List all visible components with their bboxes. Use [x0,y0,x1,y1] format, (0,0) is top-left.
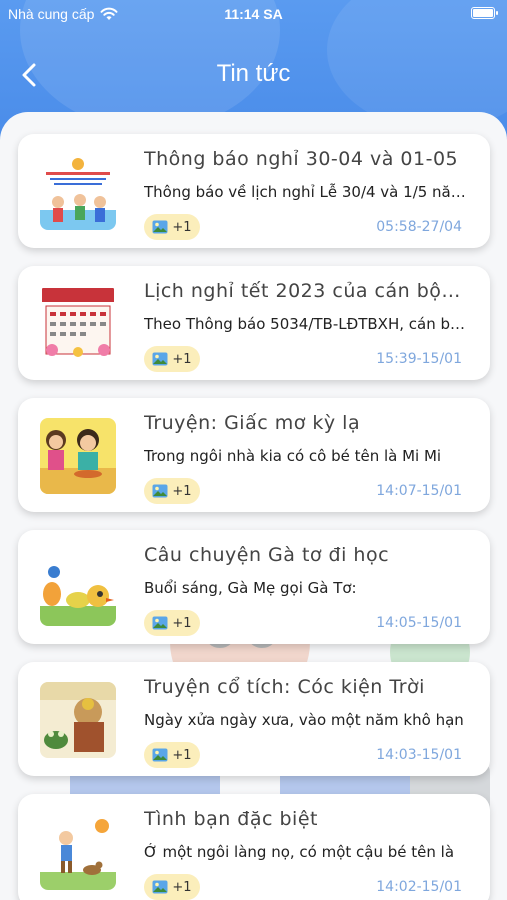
calendar-thumbnail [40,286,116,362]
attachment-count: +1 [172,483,192,499]
image-icon [152,484,168,498]
attachment-count: +1 [172,351,192,367]
image-icon [152,220,168,234]
news-card[interactable]: Truyện: Giấc mơ kỳ lạ Trong ngôi nhà kia… [18,398,490,512]
news-summary: Buổi sáng, Gà Mẹ gọi Gà Tơ: [144,579,357,597]
attachment-count: +1 [172,879,192,895]
news-title: Thông báo nghỉ 30-04 và 01-05 [144,148,459,170]
chick-story-thumbnail [40,550,116,626]
news-card[interactable]: Câu chuyện Gà tơ đi học Buổi sáng, Gà Mẹ… [18,530,490,644]
news-time: 14:02-15/01 [376,879,462,895]
attachment-count: +1 [172,747,192,763]
boy-story-thumbnail [40,814,116,890]
toad-story-thumbnail [40,682,116,758]
image-icon [152,748,168,762]
news-summary: Trong ngôi nhà kia có cô bé tên là Mi Mi [144,447,442,465]
attachment-count: +1 [172,219,192,235]
news-time: 05:58-27/04 [376,219,462,235]
news-content-panel[interactable]: Thông báo nghỉ 30-04 và 01-05 Thông báo … [0,112,507,900]
image-icon [152,880,168,894]
news-title: Truyện cổ tích: Cóc kiện Trời [144,676,425,698]
news-time: 14:03-15/01 [376,747,462,763]
holiday-notice-thumbnail [40,154,116,230]
attachment-badge[interactable]: +1 [144,478,200,504]
news-card[interactable]: Tình bạn đặc biệt Ở một ngôi làng nọ, có… [18,794,490,900]
attachment-badge[interactable]: +1 [144,346,200,372]
image-icon [152,352,168,366]
attachment-badge[interactable]: +1 [144,610,200,636]
news-time: 14:07-15/01 [376,483,462,499]
news-summary: Thông báo về lịch nghỉ Lễ 30/4 và 1/5 nă… [144,183,466,201]
attachment-badge[interactable]: +1 [144,742,200,768]
news-summary: Theo Thông báo 5034/TB-LĐTBXH, cán bộ cô… [144,315,466,333]
attachment-badge[interactable]: +1 [144,874,200,900]
battery-icon [471,7,498,19]
status-bar: Nhà cung cấp 11:14 SA [0,0,507,30]
page-title: Tin tức [216,60,291,87]
news-title: Câu chuyện Gà tơ đi học [144,544,390,566]
attachment-badge[interactable]: +1 [144,214,200,240]
image-icon [152,616,168,630]
news-card[interactable]: Thông báo nghỉ 30-04 và 01-05 Thông báo … [18,134,490,248]
status-time: 11:14 SA [224,6,283,22]
news-title: Tình bạn đặc biệt [144,808,318,830]
news-title: Lịch nghỉ tết 2023 của cán bộ, giáo viên [144,280,466,302]
news-time: 15:39-15/01 [376,351,462,367]
news-summary: Ngày xửa ngày xưa, vào một năm khô hạn [144,711,464,729]
attachment-count: +1 [172,615,192,631]
news-title: Truyện: Giấc mơ kỳ lạ [144,412,361,434]
girl-story-thumbnail [40,418,116,494]
news-card[interactable]: Lịch nghỉ tết 2023 của cán bộ, giáo viên… [18,266,490,380]
news-card[interactable]: Truyện cổ tích: Cóc kiện Trời Ngày xửa n… [18,662,490,776]
news-summary: Ở một ngôi làng nọ, có một cậu bé tên là [144,843,455,861]
news-time: 14:05-15/01 [376,615,462,631]
